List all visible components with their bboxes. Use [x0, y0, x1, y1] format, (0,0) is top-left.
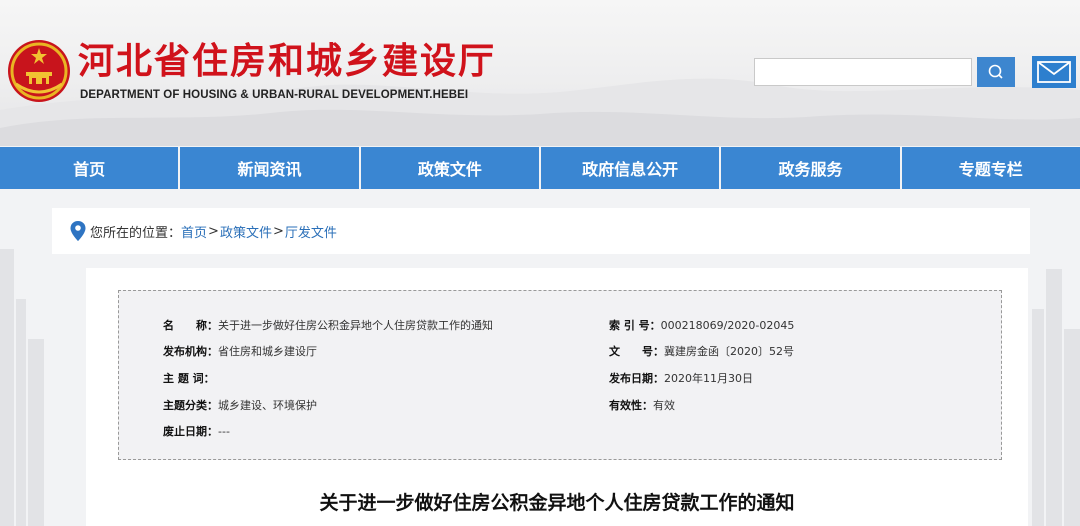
meta-category-value: 城乡建设、环境保护: [218, 399, 317, 412]
national-emblem-icon: [8, 40, 70, 102]
search-button[interactable]: [977, 57, 1015, 87]
meta-org-value: 省住房和城乡建设厅: [218, 345, 317, 358]
meta-validity-row: 有效性：有效: [609, 397, 675, 413]
article-content: 名 称：关于进一步做好住房公积金异地个人住房贷款工作的通知 发布机构：省住房和城…: [86, 268, 1028, 526]
site-header: 河北省住房和城乡建设厅 DEPARTMENT OF HOUSING & URBA…: [0, 0, 1080, 146]
meta-name-value: 关于进一步做好住房公积金异地个人住房贷款工作的通知: [218, 319, 493, 332]
meta-validity-key: 有效性：: [609, 399, 653, 412]
breadcrumb-prefix: 您所在的位置：: [90, 225, 182, 241]
meta-date-key: 发布日期：: [609, 372, 664, 385]
meta-category-row: 主题分类：城乡建设、环境保护: [163, 397, 317, 413]
search-input[interactable]: [754, 58, 972, 86]
meta-date-row: 发布日期：2020年11月30日: [609, 370, 753, 386]
meta-validity-value: 有效: [653, 399, 675, 412]
meta-topic-row: 主 题 词：: [163, 370, 215, 386]
nav-item-news[interactable]: 新闻资讯: [180, 147, 361, 189]
meta-topic-key: 主 题 词：: [163, 372, 215, 385]
meta-index-row: 索 引 号：000218069/2020-02045: [609, 317, 794, 333]
meta-doc-no-key: 文 号：: [609, 345, 664, 358]
nav-item-services[interactable]: 政务服务: [721, 147, 902, 189]
site-title: 河北省住房和城乡建设厅: [78, 41, 497, 82]
breadcrumb: 您所在的位置： 首页 > 政策文件 > 厅发文件: [52, 208, 1030, 254]
meta-name-key: 名 称：: [163, 319, 218, 332]
article-title: 关于进一步做好住房公积金异地个人住房贷款工作的通知: [319, 492, 795, 514]
meta-date-value: 2020年11月30日: [664, 372, 753, 385]
location-pin-icon: [70, 221, 86, 241]
search-icon: [988, 64, 1003, 79]
mail-button[interactable]: [1032, 56, 1076, 88]
meta-org-row: 发布机构：省住房和城乡建设厅: [163, 343, 317, 359]
meta-index-key: 索 引 号：: [609, 319, 661, 332]
breadcrumb-policy-link[interactable]: 政策文件: [220, 222, 272, 241]
nav-item-policy[interactable]: 政策文件: [361, 147, 541, 189]
meta-org-key: 发布机构：: [163, 345, 218, 358]
meta-category-key: 主题分类：: [163, 399, 218, 412]
nav-item-topics[interactable]: 专题专栏: [902, 147, 1080, 189]
meta-expire-key: 废止日期：: [163, 425, 218, 438]
document-metadata-box: 名 称：关于进一步做好住房公积金异地个人住房贷款工作的通知 发布机构：省住房和城…: [118, 290, 1002, 460]
breadcrumb-home-link[interactable]: 首页: [181, 222, 207, 241]
meta-index-value: 000218069/2020-02045: [660, 319, 795, 332]
breadcrumb-dept-docs-link[interactable]: 厅发文件: [285, 222, 337, 241]
meta-doc-no-value: 冀建房金函〔2020〕52号: [664, 345, 794, 358]
meta-doc-no-row: 文 号：冀建房金函〔2020〕52号: [609, 343, 794, 359]
nav-item-home[interactable]: 首页: [0, 147, 181, 189]
breadcrumb-separator: >: [272, 223, 284, 239]
main-nav: 首页 新闻资讯 政策文件 政府信息公开 政务服务 专题专栏: [0, 147, 1080, 189]
site-subtitle: DEPARTMENT OF HOUSING & URBAN-RURAL DEVE…: [80, 89, 469, 101]
meta-expire-value: ---: [218, 425, 230, 438]
meta-expire-row: 废止日期：---: [163, 423, 230, 439]
mail-icon: [1037, 61, 1071, 83]
meta-name-row: 名 称：关于进一步做好住房公积金异地个人住房贷款工作的通知: [163, 317, 493, 333]
breadcrumb-separator: >: [208, 223, 219, 239]
nav-item-gov-info[interactable]: 政府信息公开: [541, 147, 722, 189]
